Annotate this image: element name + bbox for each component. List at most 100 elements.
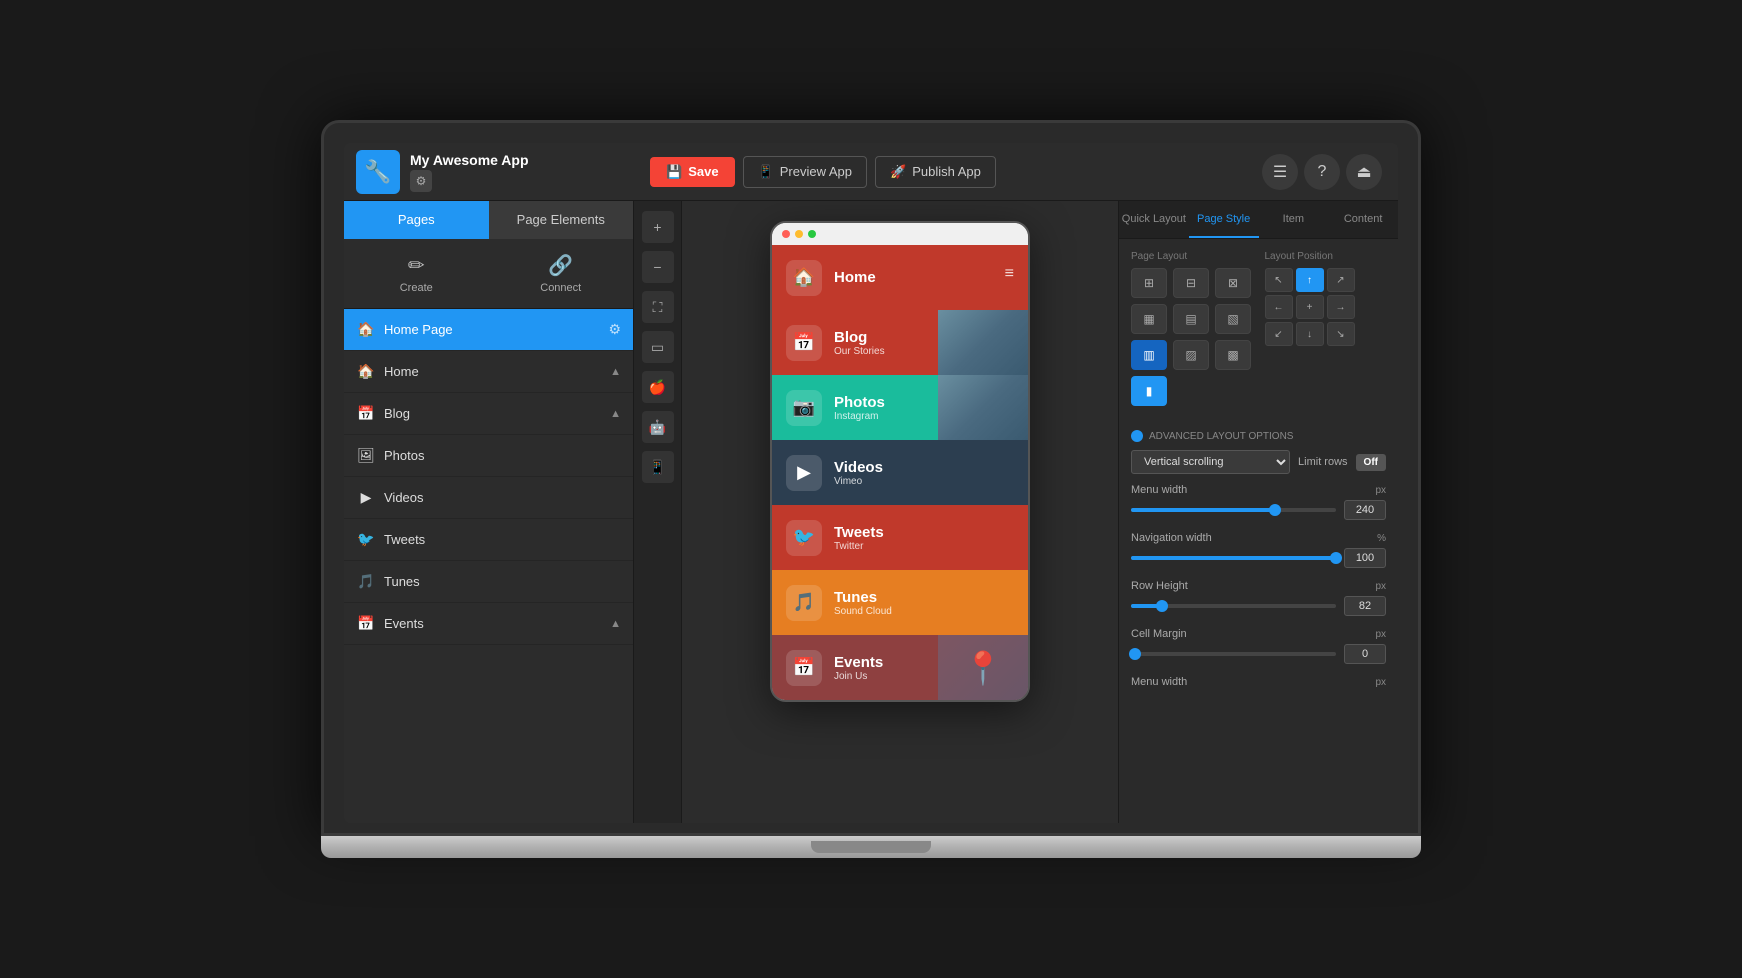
menu-width-value[interactable] [1344, 500, 1386, 520]
page-icon: 🐦 [356, 531, 376, 548]
sidebar-item-photos[interactable]: 🖼 Photos [344, 435, 633, 477]
tab-page-elements[interactable]: Page Elements [489, 201, 634, 239]
pos-top-center[interactable]: ↑ [1296, 268, 1324, 292]
layout-btn-7[interactable]: ▥ [1131, 340, 1167, 370]
pos-mid-center[interactable]: + [1296, 295, 1324, 319]
create-button[interactable]: ✏ Create [344, 239, 489, 308]
pos-bot-center[interactable]: ↓ [1296, 322, 1324, 346]
sidebar-item-tunes[interactable]: 🎵 Tunes [344, 561, 633, 603]
help-button[interactable]: ? [1304, 154, 1340, 190]
menu-item-events[interactable]: 📅 Events Join Us 📍 [772, 635, 1028, 700]
publish-button[interactable]: 🚀 Publish App [875, 156, 996, 188]
save-button[interactable]: 💾 Save [650, 157, 735, 187]
pos-mid-left[interactable]: ← [1265, 295, 1293, 319]
pos-top-left[interactable]: ↖ [1265, 268, 1293, 292]
portrait-icon: ▭ [651, 339, 664, 356]
preview-area: 🏠 Home ≡ 📅 [682, 201, 1118, 823]
menu-width2-slider-row: Menu width px [1131, 676, 1386, 688]
layout-btn-4[interactable]: ▦ [1131, 304, 1167, 334]
phone-button[interactable]: 📱 [642, 451, 674, 483]
layout-row-4: ▮ [1131, 376, 1253, 406]
events-icon: 📅 [786, 650, 822, 686]
layout-btn-5[interactable]: ▤ [1173, 304, 1209, 334]
nav-width-track[interactable] [1131, 556, 1336, 560]
list-icon: ☰ [1273, 162, 1287, 182]
sidebar-item-videos[interactable]: ▶ Videos [344, 477, 633, 519]
layout-btn-9[interactable]: ▩ [1215, 340, 1251, 370]
settings-icon-btn[interactable]: ⚙ [410, 170, 432, 192]
fullscreen-icon: ⛶ [653, 299, 663, 316]
sidebar-item-homepage[interactable]: 🏠 Home Page ⚙ [344, 309, 633, 351]
layout-btn-8[interactable]: ▨ [1173, 340, 1209, 370]
tab-content[interactable]: Content [1328, 201, 1398, 238]
menu-item-tweets[interactable]: 🐦 Tweets Twitter [772, 505, 1028, 570]
cell-margin-thumb[interactable] [1129, 648, 1141, 660]
zoom-in-icon: + [653, 219, 661, 235]
sidebar-actions: ✏ Create 🔗 Connect [344, 239, 633, 309]
zoom-out-button[interactable]: − [642, 251, 674, 283]
tab-quick-layout[interactable]: Quick Layout [1119, 201, 1189, 238]
tab-item[interactable]: Item [1259, 201, 1329, 238]
scrolling-row: Vertical scrolling Limit rows Off [1131, 450, 1386, 474]
apple-button[interactable]: 🍎 [642, 371, 674, 403]
pos-bot-right[interactable]: ↘ [1327, 322, 1355, 346]
layout-btn-6[interactable]: ▧ [1215, 304, 1251, 334]
menu-item-tunes[interactable]: 🎵 Tunes Sound Cloud [772, 570, 1028, 635]
layout-btn-1[interactable]: ⊞ [1131, 268, 1167, 298]
row-height-slider [1131, 596, 1386, 616]
tab-pages[interactable]: Pages [344, 201, 489, 239]
layout-position-label: Layout Position [1265, 251, 1387, 262]
row-height-thumb[interactable] [1156, 600, 1168, 612]
left-sidebar: Pages Page Elements ✏ Create [344, 201, 634, 823]
layout-sections: Page Layout ⊞ ⊟ ⊠ ▦ [1131, 251, 1386, 420]
create-icon: ✏ [408, 253, 425, 278]
preview-button[interactable]: 📱 Preview App [743, 156, 867, 188]
sidebar-item-events[interactable]: 📅 Events ▲ [344, 603, 633, 645]
list-button[interactable]: ☰ [1262, 154, 1298, 190]
pos-bot-left[interactable]: ↙ [1265, 322, 1293, 346]
menu-item-videos[interactable]: ▶ Videos Vimeo [772, 440, 1028, 505]
tweets-text: Tweets Twitter [834, 524, 1014, 552]
nav-width-thumb[interactable] [1330, 552, 1342, 564]
advanced-dot [1131, 430, 1143, 442]
sidebar-item-home[interactable]: 🏠 Home ▲ [344, 351, 633, 393]
sidebar-item-tweets[interactable]: 🐦 Tweets [344, 519, 633, 561]
connect-button[interactable]: 🔗 Connect [489, 239, 634, 308]
menu-item-photos[interactable]: 📷 Photos Instagram [772, 375, 1028, 440]
android-button[interactable]: 🤖 [642, 411, 674, 443]
portrait-button[interactable]: ▭ [642, 331, 674, 363]
menu-item-home[interactable]: 🏠 Home ≡ [772, 245, 1028, 310]
zoom-in-button[interactable]: + [642, 211, 674, 243]
layout-btn-10[interactable]: ▮ [1131, 376, 1167, 406]
page-layout-section: Page Layout ⊞ ⊟ ⊠ ▦ [1131, 251, 1253, 420]
right-tabs: Quick Layout Page Style Item Content [1119, 201, 1398, 239]
row-height-track[interactable] [1131, 604, 1336, 608]
pos-top-right[interactable]: ↗ [1327, 268, 1355, 292]
tunes-icon: 🎵 [786, 585, 822, 621]
tab-page-style[interactable]: Page Style [1189, 201, 1259, 238]
main-area: Pages Page Elements ✏ Create [344, 201, 1398, 823]
menu-width-thumb[interactable] [1269, 504, 1281, 516]
videos-icon: ▶ [786, 455, 822, 491]
laptop-notch [811, 841, 931, 853]
scrolling-dropdown[interactable]: Vertical scrolling [1131, 450, 1290, 474]
layout-btn-2[interactable]: ⊟ [1173, 268, 1209, 298]
page-layout-label: Page Layout [1131, 251, 1253, 262]
screen-bezel: 🔧 My Awesome App ⚙ 💾 Save [321, 120, 1421, 836]
page-gear-icon[interactable]: ⚙ [608, 321, 621, 338]
nav-width-slider [1131, 548, 1386, 568]
row-height-value[interactable] [1344, 596, 1386, 616]
pos-mid-right[interactable]: → [1327, 295, 1355, 319]
nav-width-slider-row: Navigation width % [1131, 532, 1386, 568]
logout-button[interactable]: ⏏ [1346, 154, 1382, 190]
limit-rows-toggle[interactable]: Off [1356, 454, 1386, 471]
menu-width-track[interactable] [1131, 508, 1336, 512]
sidebar-item-blog[interactable]: 📅 Blog ▲ [344, 393, 633, 435]
menu-item-blog[interactable]: 📅 Blog Our Stories [772, 310, 1028, 375]
cell-margin-track[interactable] [1131, 652, 1336, 656]
cell-margin-value[interactable] [1344, 644, 1386, 664]
layout-btn-3[interactable]: ⊠ [1215, 268, 1251, 298]
phone-icon: 📱 [649, 459, 666, 476]
nav-width-value[interactable] [1344, 548, 1386, 568]
fullscreen-button[interactable]: ⛶ [642, 291, 674, 323]
